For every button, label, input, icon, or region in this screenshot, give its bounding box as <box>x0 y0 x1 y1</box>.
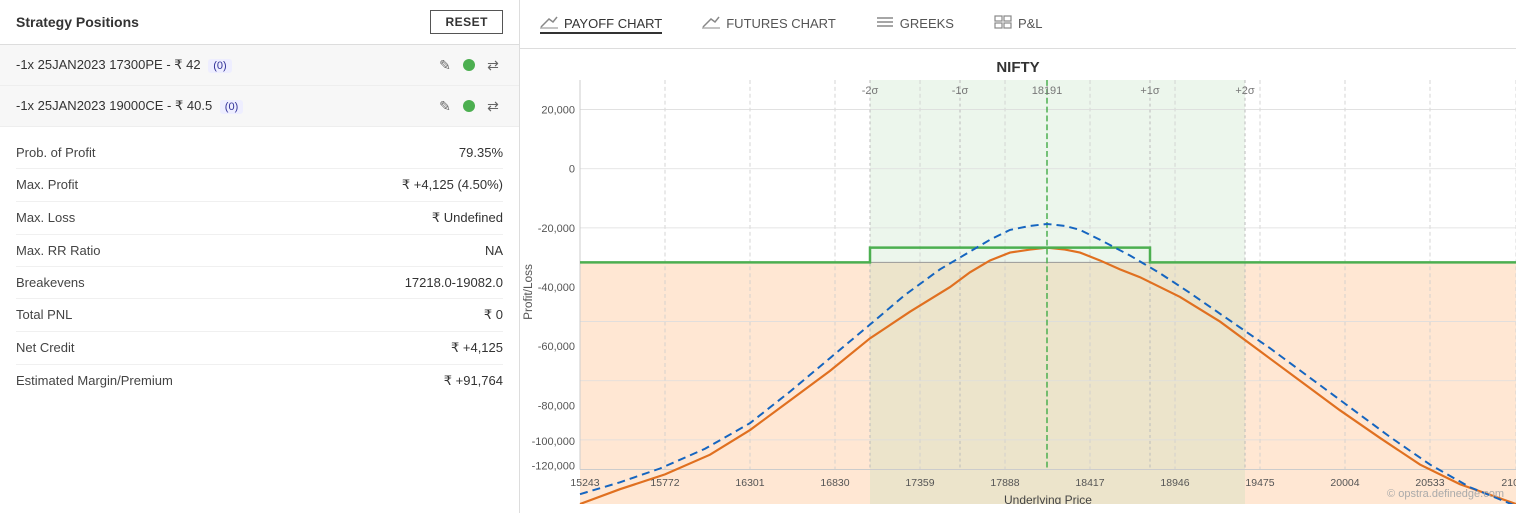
svg-text:-80,000: -80,000 <box>538 400 575 412</box>
svg-text:20004: 20004 <box>1330 478 1359 489</box>
svg-text:18417: 18417 <box>1075 478 1104 489</box>
svg-text:15772: 15772 <box>650 478 679 489</box>
stat-max-profit: Max. Profit ₹ +4,125 (4.50%) <box>16 169 503 202</box>
stat-breakevens: Breakevens 17218.0-19082.0 <box>16 267 503 299</box>
position-label-1: -1x 25JAN2023 17300PE - ₹ 42 (0) <box>16 57 427 73</box>
payoff-chart-svg: 20,000 0 -20,000 -40,000 -60,000 -80,000… <box>520 80 1516 504</box>
sync-icon-2[interactable]: ⇄ <box>483 96 503 116</box>
chart-area: NIFTY <box>520 49 1516 513</box>
svg-text:18191: 18191 <box>1032 85 1063 97</box>
svg-text:16830: 16830 <box>820 478 849 489</box>
futures-chart-icon <box>702 15 720 32</box>
svg-text:Underlying Price: Underlying Price <box>1004 493 1092 504</box>
svg-text:+2σ: +2σ <box>1235 85 1255 97</box>
tab-greeks[interactable]: GREEKS <box>876 15 954 34</box>
svg-text:20,000: 20,000 <box>541 105 575 117</box>
chart-title: NIFTY <box>520 59 1516 76</box>
edit-icon-2[interactable]: ✎ <box>435 96 455 116</box>
svg-text:18946: 18946 <box>1160 478 1189 489</box>
payoff-chart-icon <box>540 15 558 32</box>
pnl-icon <box>994 15 1012 32</box>
copyright-text: © opstra.definedge.com <box>1387 488 1504 500</box>
svg-text:17888: 17888 <box>990 478 1019 489</box>
svg-text:19475: 19475 <box>1245 478 1274 489</box>
svg-text:-1σ: -1σ <box>952 85 969 97</box>
svg-text:-20,000: -20,000 <box>538 223 575 235</box>
tab-payoff[interactable]: PAYOFF CHART <box>540 15 662 34</box>
stat-margin: Estimated Margin/Premium ₹ +91,764 <box>16 365 503 397</box>
stat-prob-profit: Prob. of Profit 79.35% <box>16 137 503 169</box>
position-label-2: -1x 25JAN2023 19000CE - ₹ 40.5 (0) <box>16 98 427 114</box>
position-row-1: -1x 25JAN2023 17300PE - ₹ 42 (0) ✎ ⇄ <box>0 45 519 86</box>
tab-futures-label: FUTURES CHART <box>726 16 836 31</box>
svg-text:-120,000: -120,000 <box>532 461 575 473</box>
reset-button[interactable]: RESET <box>430 10 503 34</box>
stat-max-loss: Max. Loss ₹ Undefined <box>16 202 503 235</box>
position-row-2: -1x 25JAN2023 19000CE - ₹ 40.5 (0) ✎ ⇄ <box>0 86 519 127</box>
tab-futures[interactable]: FUTURES CHART <box>702 15 836 34</box>
chart-svg-container: 20,000 0 -20,000 -40,000 -60,000 -80,000… <box>520 80 1516 504</box>
tab-pnl-label: P&L <box>1018 16 1043 31</box>
svg-text:15243: 15243 <box>570 478 599 489</box>
svg-text:17359: 17359 <box>905 478 934 489</box>
status-dot-1 <box>463 59 475 71</box>
svg-text:16301: 16301 <box>735 478 764 489</box>
stat-total-pnl: Total PNL ₹ 0 <box>16 299 503 332</box>
svg-text:+1σ: +1σ <box>1140 85 1160 97</box>
svg-text:-40,000: -40,000 <box>538 282 575 294</box>
svg-text:0: 0 <box>569 164 575 176</box>
left-header: Strategy Positions RESET <box>0 0 519 45</box>
tab-payoff-label: PAYOFF CHART <box>564 16 662 31</box>
strategy-positions-title: Strategy Positions <box>16 14 139 30</box>
greeks-icon <box>876 15 894 32</box>
stat-net-credit: Net Credit ₹ +4,125 <box>16 332 503 365</box>
edit-icon-1[interactable]: ✎ <box>435 55 455 75</box>
svg-text:-2σ: -2σ <box>862 85 879 97</box>
svg-text:-100,000: -100,000 <box>532 436 575 448</box>
stat-max-rr: Max. RR Ratio NA <box>16 235 503 267</box>
svg-text:-60,000: -60,000 <box>538 341 575 353</box>
right-panel: PAYOFF CHART FUTURES CHART GREEKS <box>520 0 1516 513</box>
tab-pnl[interactable]: P&L <box>994 15 1043 34</box>
stats-grid: Prob. of Profit 79.35% Max. Profit ₹ +4,… <box>0 127 519 407</box>
tab-greeks-label: GREEKS <box>900 16 954 31</box>
status-dot-2 <box>463 100 475 112</box>
left-panel: Strategy Positions RESET -1x 25JAN2023 1… <box>0 0 520 513</box>
sync-icon-1[interactable]: ⇄ <box>483 55 503 75</box>
svg-text:Profit/Loss: Profit/Loss <box>521 264 535 320</box>
tab-bar: PAYOFF CHART FUTURES CHART GREEKS <box>520 0 1516 49</box>
